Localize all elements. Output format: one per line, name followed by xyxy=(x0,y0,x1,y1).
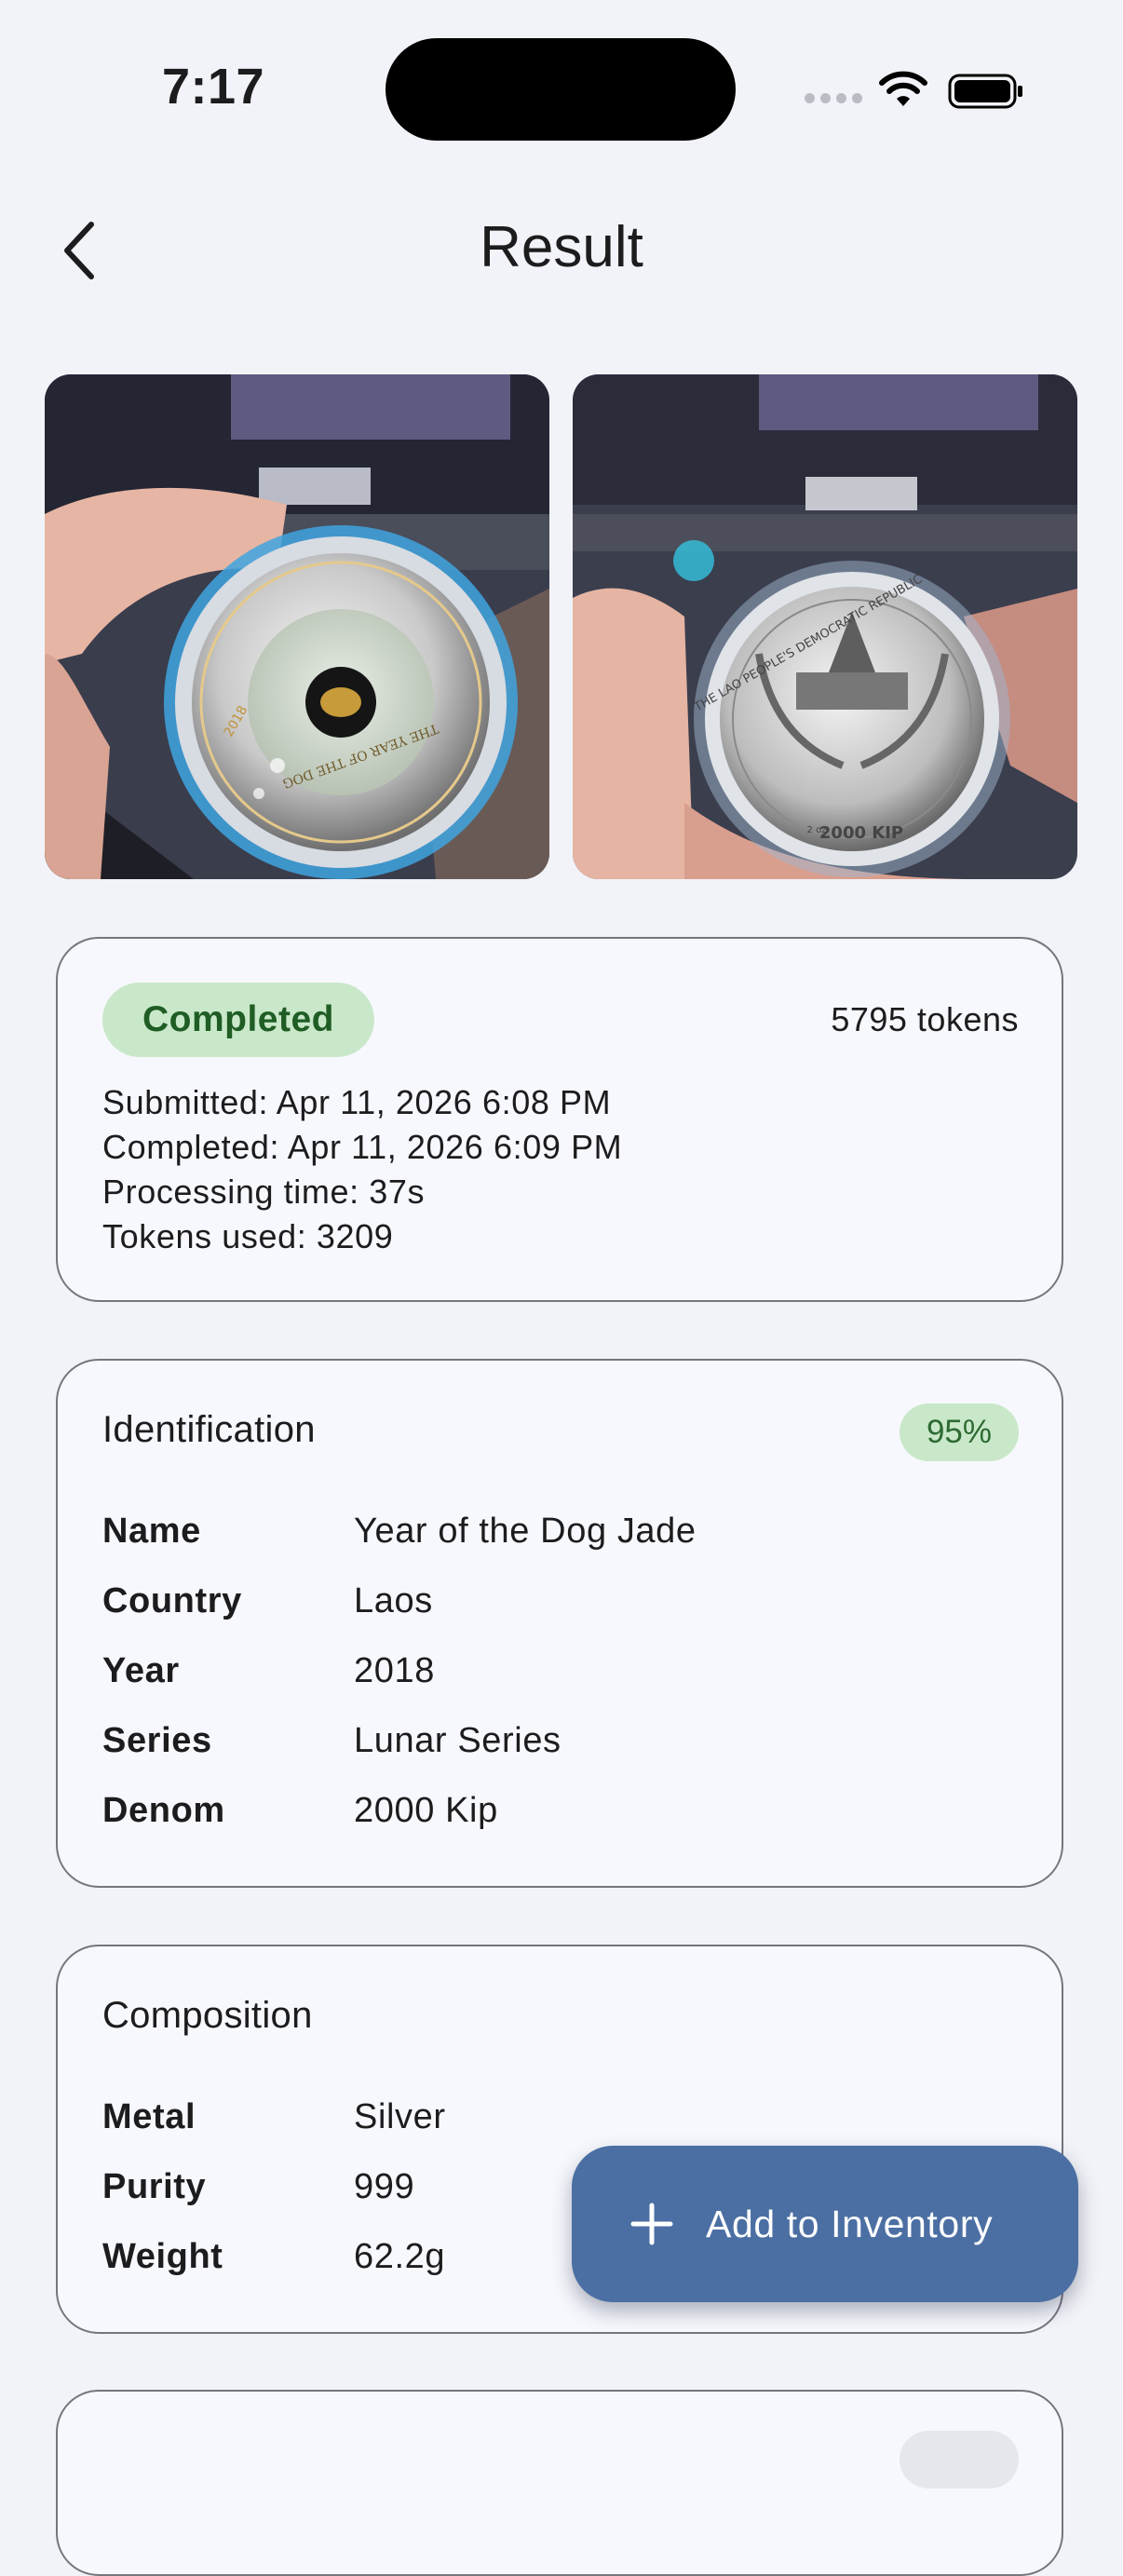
detail-row-name: Name Year of the Dog Jade xyxy=(102,1497,697,1566)
identification-card: Identification 95% Name Year of the Dog J… xyxy=(56,1359,1063,1888)
detail-row-denom: Denom 2000 Kip xyxy=(102,1776,697,1846)
composition-title: Composition xyxy=(102,1995,313,2036)
detail-row-purity: Purity 999 xyxy=(102,2152,446,2222)
row-label: Weight xyxy=(102,2237,223,2276)
dynamic-island xyxy=(386,38,736,141)
add-to-inventory-label: Add to Inventory xyxy=(706,2202,994,2245)
confidence-badge: 95% xyxy=(900,1403,1019,1461)
coin-value-text: 2000 KIP xyxy=(819,823,903,843)
row-value: 62.2g xyxy=(354,2237,446,2276)
status-badge: Completed xyxy=(102,983,374,1057)
row-value: 2000 Kip xyxy=(354,1791,498,1830)
add-to-inventory-button[interactable]: Add to Inventory xyxy=(572,2146,1078,2302)
row-value: 2018 xyxy=(354,1651,435,1690)
row-value: Lunar Series xyxy=(354,1721,562,1760)
detail-row-country: Country Laos xyxy=(102,1566,697,1636)
row-value: Silver xyxy=(354,2097,446,2136)
tokens-used: Tokens used: 3209 xyxy=(102,1217,394,1255)
next-card-badge xyxy=(900,2431,1019,2488)
status-details: Submitted: Apr 11, 2026 6:08 PM Complete… xyxy=(102,1080,622,1259)
row-value: Laos xyxy=(354,1581,433,1620)
battery-icon xyxy=(948,74,1022,109)
row-label: Denom xyxy=(102,1791,225,1830)
row-label: Metal xyxy=(102,2097,196,2136)
row-label: Name xyxy=(102,1512,201,1551)
processing-time: Processing time: 37s xyxy=(102,1173,426,1211)
page-title: Result xyxy=(480,215,643,279)
detail-row-weight: Weight 62.2g xyxy=(102,2222,446,2292)
row-label: Country xyxy=(102,1581,242,1620)
status-time: 7:17 xyxy=(162,59,265,115)
wifi-icon xyxy=(879,71,927,106)
cellular-signal-icon xyxy=(805,93,862,103)
detail-row-series: Series Lunar Series xyxy=(102,1706,697,1776)
identification-title: Identification xyxy=(102,1409,316,1450)
next-card xyxy=(56,2390,1063,2576)
status-card: Completed 5795 tokens Submitted: Apr 11,… xyxy=(56,937,1063,1302)
submitted-time: Submitted: Apr 11, 2026 6:08 PM xyxy=(102,1083,612,1121)
row-value: 999 xyxy=(354,2167,415,2206)
coin-reverse-photo[interactable]: THE LAO PEOPLE'S DEMOCRATIC REPUBLIC 2 o… xyxy=(573,374,1077,879)
row-label: Series xyxy=(102,1721,212,1760)
row-label: Purity xyxy=(102,2167,207,2206)
detail-row-metal: Metal Silver xyxy=(102,2082,446,2152)
coin-obverse-photo[interactable]: THE YEAR OF THE DOG 2018 xyxy=(45,374,549,879)
completed-time: Completed: Apr 11, 2026 6:09 PM xyxy=(102,1128,623,1166)
plus-icon xyxy=(630,2203,673,2245)
row-value: Year of the Dog Jade xyxy=(354,1512,697,1551)
tokens-total: 5795 tokens xyxy=(831,1000,1019,1038)
detail-row-year: Year 2018 xyxy=(102,1636,697,1706)
row-label: Year xyxy=(102,1651,180,1690)
